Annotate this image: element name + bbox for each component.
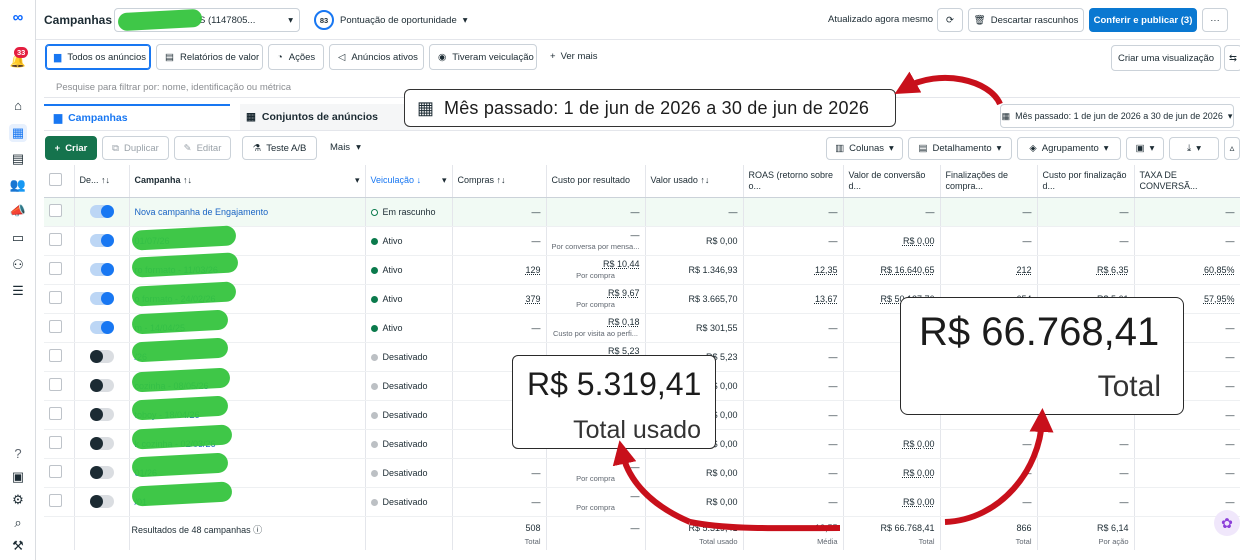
arrow-to-spend bbox=[612, 440, 692, 525]
arrow-link bbox=[689, 519, 841, 532]
arrow-to-conversion bbox=[944, 408, 1054, 525]
arrow-to-date bbox=[894, 71, 1003, 106]
assistant-icon[interactable]: ✿ bbox=[1214, 510, 1240, 536]
annotation-arrows bbox=[612, 71, 1054, 532]
